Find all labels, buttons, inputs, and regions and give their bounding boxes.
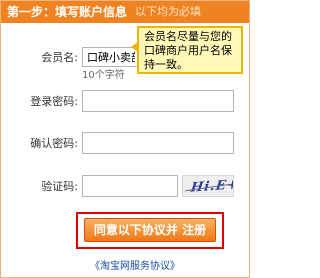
confirm-password-label: 确认密码: bbox=[30, 137, 78, 150]
captcha-input[interactable] bbox=[82, 175, 178, 197]
step-title: 第一步：填写账户信息 bbox=[7, 5, 128, 19]
confirm-password-input[interactable] bbox=[82, 132, 234, 154]
captcha-image[interactable]: Hi.E+ bbox=[182, 175, 234, 197]
service-agreement-link[interactable]: 《淘宝网服务协议》 bbox=[90, 261, 180, 273]
login-password-label: 登录密码: bbox=[30, 95, 78, 108]
agree-and-register-button[interactable]: 同意以下协议并 注册 bbox=[84, 218, 216, 242]
member-name-hint: 10个字符 bbox=[82, 70, 125, 81]
login-password-input[interactable] bbox=[82, 90, 234, 112]
captcha-label: 验证码: bbox=[41, 180, 78, 193]
member-name-label: 会员名: bbox=[41, 51, 78, 64]
required-note: 以下均为必填 bbox=[135, 5, 201, 18]
member-name-tooltip: 会员名尽量与您的口碑商户用户名保持一致。 bbox=[137, 26, 243, 74]
step-header: 第一步：填写账户信息 以下均为必填 bbox=[1, 1, 249, 23]
